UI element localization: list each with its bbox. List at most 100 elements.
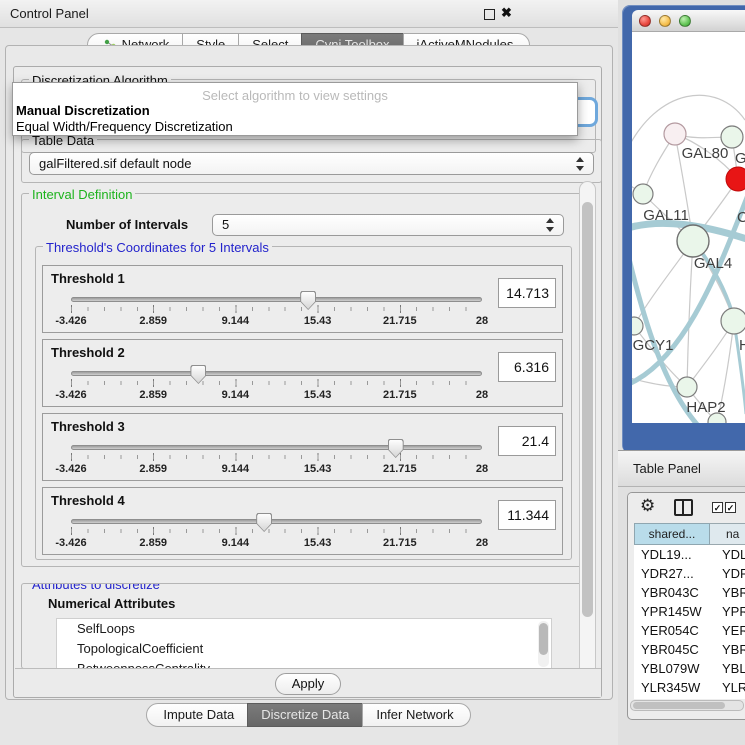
node-label-hap2: HAP2 <box>686 399 725 416</box>
threshold-2-value-input[interactable] <box>498 352 556 382</box>
table-row[interactable]: YBL079WYBL0 <box>634 659 745 678</box>
menu-item-equal-width-frequency[interactable]: Equal Width/Frequency Discretization <box>16 119 233 134</box>
node-pink[interactable] <box>664 123 686 145</box>
network-canvas[interactable]: GAL80 GA C GAL11 GAL4 H GCY1 HAP2 <box>632 32 745 423</box>
threshold-1-label: Threshold 1 <box>51 271 125 286</box>
slider-handle[interactable] <box>256 513 272 532</box>
numerical-attributes-label: Numerical Attributes <box>48 596 175 611</box>
checkbox-icon[interactable]: ✓ <box>725 502 736 513</box>
num-intervals-combobox[interactable]: 5 <box>212 214 564 236</box>
combo-stepper-icon <box>576 157 586 171</box>
traffic-light-close-icon[interactable] <box>639 15 651 27</box>
column-header-shared[interactable]: shared... <box>634 523 710 545</box>
table-header-row: shared... na <box>634 523 745 545</box>
threshold-3-label: Threshold 3 <box>51 419 125 434</box>
discretize-content: Discretization Algorithm Table Data galF… <box>13 66 602 698</box>
table-row[interactable]: YDR27...YDR2 <box>634 564 745 583</box>
tick-label: 21.715 <box>383 315 417 327</box>
tick-label: 21.715 <box>383 537 417 549</box>
list-scrollbar[interactable] <box>538 621 549 667</box>
list-item[interactable]: SelfLoops <box>57 619 551 639</box>
apply-button[interactable]: Apply <box>275 673 341 695</box>
tab-discretize-data[interactable]: Discretize Data <box>247 703 363 727</box>
network-view-window: GAL80 GA C GAL11 GAL4 H GCY1 HAP2 <box>622 5 745 453</box>
slider-handle[interactable] <box>388 439 404 458</box>
node-label-partial-right: H <box>739 337 745 354</box>
slider-handle[interactable] <box>300 291 316 310</box>
cell: YLR3 <box>710 678 745 697</box>
node-right-mid[interactable] <box>721 308 745 334</box>
tick-label: -3.426 <box>55 537 86 549</box>
node-label-gal11: GAL11 <box>643 207 689 224</box>
bottom-tab-bar: Impute Data Discretize Data Infer Networ… <box>0 703 618 727</box>
split-view-icon[interactable] <box>674 499 693 516</box>
table-row[interactable]: YIL052CYIL0 <box>634 697 745 699</box>
node-hap2[interactable] <box>677 377 697 397</box>
tab-infer-network[interactable]: Infer Network <box>362 703 470 727</box>
cell: YER054C <box>634 621 710 640</box>
slider-handle[interactable] <box>190 365 206 384</box>
table-row[interactable]: YBR045CYBR0 <box>634 640 745 659</box>
threshold-1-box: Threshold 1 -3.426 2.859 9.144 15.43 21.… <box>42 265 563 333</box>
cell: YBL079W <box>634 659 710 678</box>
cell: YLR345W <box>634 678 710 697</box>
interval-definition-group: Interval Definition Number of Intervals … <box>21 193 587 567</box>
control-panel-titlebar: Control Panel ✖ <box>0 0 618 28</box>
tick-label: 2.859 <box>139 537 167 549</box>
threshold-2-box: Threshold 2 -3.426 2.859 9.144 15.43 21.… <box>42 339 563 407</box>
threshold-4-value-input[interactable] <box>498 500 556 530</box>
tick-label: 15.43 <box>304 389 332 401</box>
tick-label: 28 <box>476 315 488 327</box>
table-row[interactable]: YBR043CYBR0 <box>634 583 745 602</box>
node-gal11[interactable] <box>633 184 653 204</box>
cell: YER0 <box>710 621 745 640</box>
cell: YBR045C <box>634 640 710 659</box>
table-row[interactable]: YPR145WYPR1 <box>634 602 745 621</box>
table-toolbar: ⚙ ✓ ✓ <box>628 493 745 523</box>
tick-label: 2.859 <box>139 389 167 401</box>
tick-label: 21.715 <box>383 463 417 475</box>
close-icon[interactable]: ✖ <box>501 5 512 21</box>
cell: YPR145W <box>634 602 710 621</box>
cell: YPR1 <box>710 602 745 621</box>
float-window-icon[interactable] <box>484 9 495 20</box>
column-header-name[interactable]: na <box>710 523 745 545</box>
table-panel-header: Table Panel <box>618 450 745 487</box>
scrollbar-thumb[interactable] <box>633 702 725 709</box>
tick-label: 21.715 <box>383 389 417 401</box>
table-panel: ⚙ ✓ ✓ shared... na YDL19...YDL1 YDR27...… <box>627 492 745 720</box>
node-red-selected[interactable] <box>726 167 745 191</box>
cell: YIL052C <box>634 697 710 699</box>
num-intervals-label: Number of Intervals <box>66 217 188 232</box>
node-gcy1[interactable] <box>632 317 643 335</box>
table-horizontal-scrollbar[interactable] <box>630 700 744 711</box>
tick-label: 2.859 <box>139 315 167 327</box>
threshold-4-slider: -3.426 2.859 9.144 15.43 21.715 28 <box>49 512 490 554</box>
table-data-combobox[interactable]: galFiltered.sif default node <box>29 152 594 175</box>
control-panel-window: Control Panel ✖ Network Style Select Cyn… <box>0 0 618 745</box>
slider-tick-labels: -3.426 2.859 9.144 15.43 21.715 28 <box>71 389 482 402</box>
node-gal4[interactable] <box>677 225 709 257</box>
node-label-partial-red: C <box>737 209 745 226</box>
threshold-3-value-input[interactable] <box>498 426 556 456</box>
table-row[interactable]: YER054CYER0 <box>634 621 745 640</box>
panel-scrollbar-thumb[interactable] <box>582 202 593 617</box>
tick-label: -3.426 <box>55 463 86 475</box>
traffic-light-zoom-icon[interactable] <box>679 15 691 27</box>
tick-label: 28 <box>476 389 488 401</box>
table-row[interactable]: YLR345WYLR3 <box>634 678 745 697</box>
cell: YDR27... <box>634 564 710 583</box>
panel-scrollbar[interactable] <box>579 181 596 691</box>
tick-label: -3.426 <box>55 315 86 327</box>
algorithm-hint: Select algorithm to view settings <box>13 88 577 103</box>
menu-item-manual-discretization[interactable]: Manual Discretization <box>16 103 150 118</box>
threshold-1-value-input[interactable] <box>498 278 556 308</box>
traffic-light-minimize-icon[interactable] <box>659 15 671 27</box>
network-window-titlebar <box>632 10 745 32</box>
list-item[interactable]: TopologicalCoefficient <box>57 639 551 659</box>
gear-icon[interactable]: ⚙ <box>640 496 655 516</box>
checkbox-icon[interactable]: ✓ <box>712 502 723 513</box>
cell: YDL19... <box>634 545 710 564</box>
table-row[interactable]: YDL19...YDL1 <box>634 545 745 564</box>
tab-impute-data[interactable]: Impute Data <box>146 703 248 727</box>
